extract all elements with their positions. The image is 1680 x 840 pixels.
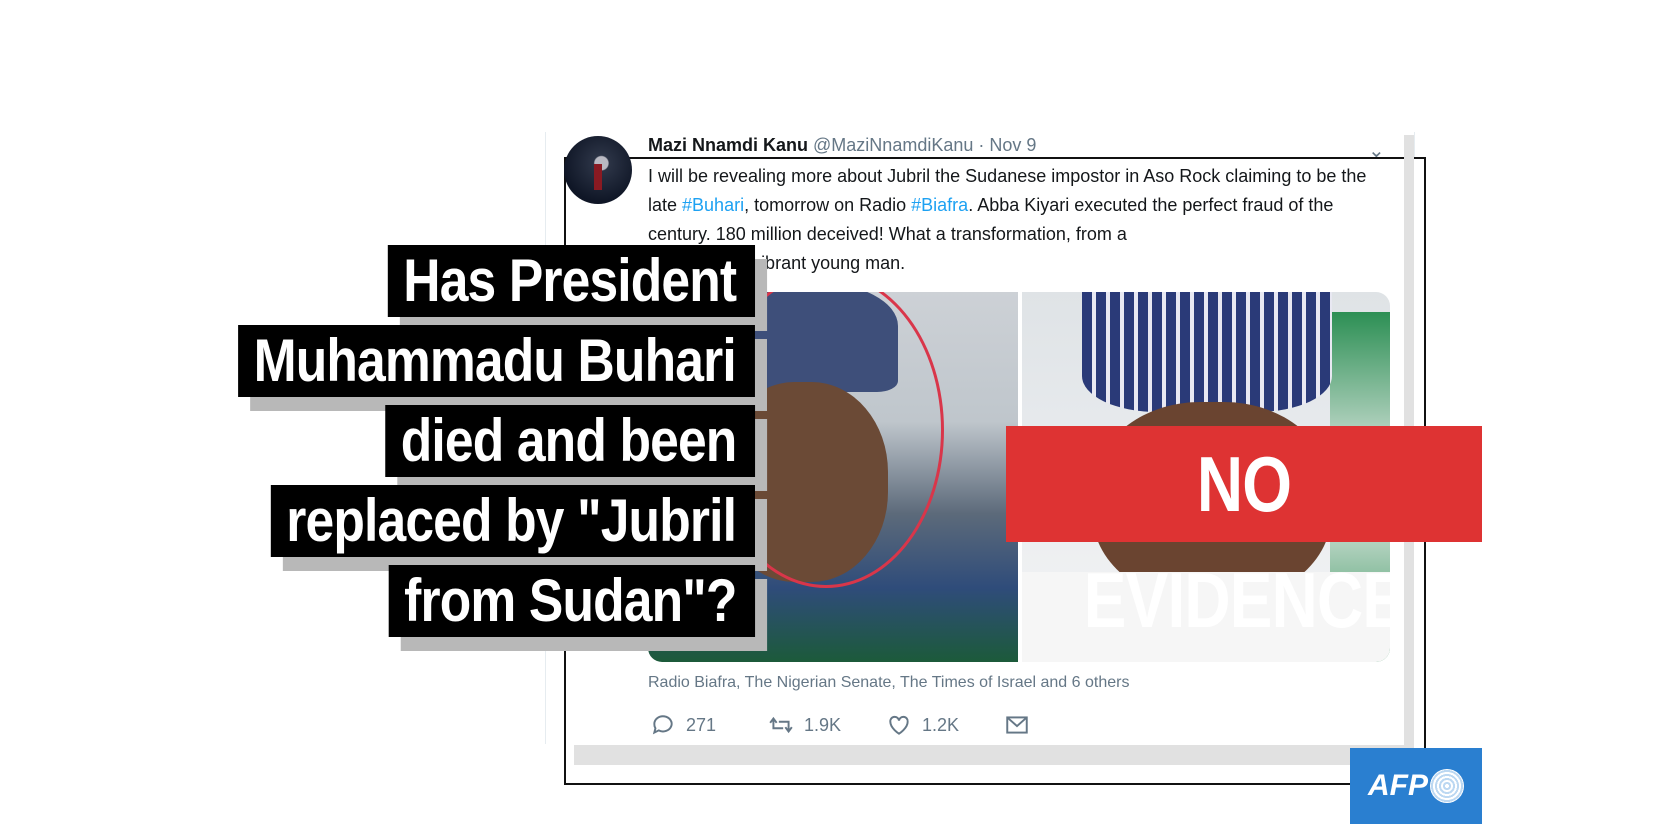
headline-line-4: replaced by "Jubril — [270, 485, 755, 557]
message-button[interactable] — [1004, 712, 1030, 738]
headline-line-1: Has President — [387, 245, 755, 317]
heart-icon — [889, 715, 909, 735]
like-button[interactable]: 1.2K — [886, 712, 959, 738]
tweet-text: I will be revealing more about Jubril th… — [648, 162, 1388, 278]
like-count: 1.2K — [922, 714, 960, 735]
stamp-label: NO EVIDENCE — [1083, 440, 1405, 644]
avatar[interactable] — [564, 136, 632, 204]
chevron-down-icon[interactable]: ⌄ — [1368, 138, 1385, 163]
headline-line-5: from Sudan"? — [388, 565, 755, 637]
headline-line-2: Muhammadu Buhari — [238, 325, 755, 397]
hashtag-buhari[interactable]: #Buhari — [682, 195, 744, 215]
tweet-text-part: , tomorrow on Radio — [744, 195, 912, 215]
retweet-button[interactable]: 1.9K — [768, 712, 841, 738]
author-name[interactable]: Mazi Nnamdi Kanu — [648, 135, 808, 155]
mail-icon — [1006, 716, 1028, 734]
logo-text: AFP — [1368, 769, 1428, 802]
tweet-header: Mazi Nnamdi Kanu @MaziNnamdiKanu · Nov 9 — [648, 135, 1036, 156]
reply-count: 271 — [686, 714, 717, 735]
afp-logo: AFP — [1350, 748, 1482, 824]
reply-button[interactable]: 271 — [650, 712, 716, 738]
headline-line-3: died and been — [384, 405, 755, 477]
author-handle[interactable]: @MaziNnamdiKanu — [813, 135, 973, 155]
frame-shadow-bottom — [574, 745, 1414, 765]
hashtag-biafra[interactable]: #Biafra — [911, 195, 968, 215]
no-evidence-stamp: NO EVIDENCE — [1006, 426, 1482, 644]
header-separator: · — [973, 135, 990, 155]
retweet-icon — [769, 716, 793, 734]
globe-icon — [1430, 769, 1464, 803]
reply-icon — [652, 715, 673, 735]
media-sources[interactable]: Radio Biafra, The Nigerian Senate, The T… — [648, 674, 1129, 692]
tweet-date[interactable]: Nov 9 — [989, 135, 1036, 155]
retweet-count: 1.9K — [804, 714, 842, 735]
